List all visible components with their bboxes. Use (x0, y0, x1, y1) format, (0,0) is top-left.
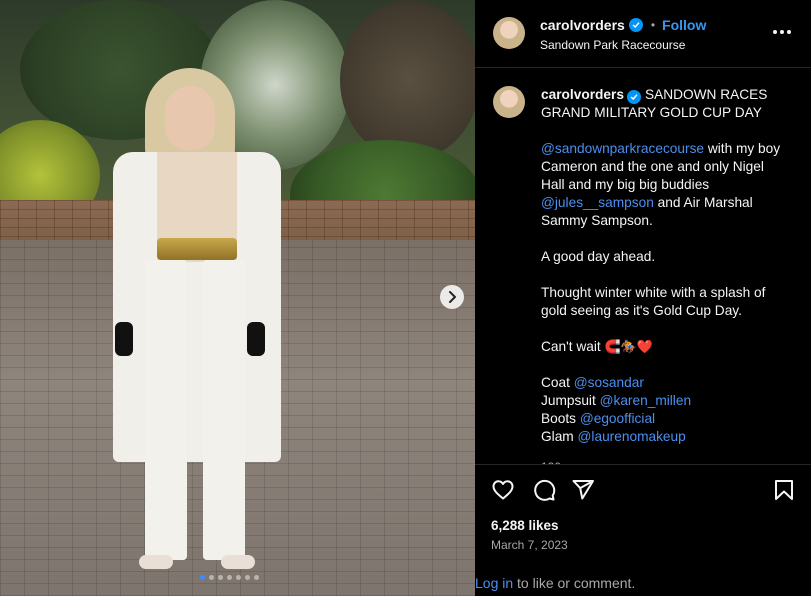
credit-label: Glam (541, 429, 578, 444)
username-link[interactable]: carolvorders (540, 17, 625, 33)
heart-icon (492, 480, 514, 500)
location-link[interactable]: Sandown Park Racecourse (540, 38, 685, 52)
mention-link[interactable]: @sandownparkracecourse (541, 141, 704, 156)
more-options-button[interactable] (771, 22, 793, 42)
post-photo[interactable] (0, 0, 475, 596)
post-details-panel: carolvorders • Follow Sandown Park Racec… (475, 0, 811, 596)
instagram-post: carolvorders • Follow Sandown Park Racec… (0, 0, 811, 596)
share-icon (572, 480, 594, 500)
caption-username[interactable]: carolvorders (541, 87, 624, 102)
caption-text: A good day ahead. (541, 249, 656, 264)
save-button[interactable] (773, 478, 795, 505)
credits-list: Coat @sosandar Jumpsuit @karen_millen Bo… (541, 374, 791, 446)
chevron-right-icon (449, 291, 456, 303)
carousel-dot (245, 575, 250, 580)
carousel-dot (200, 575, 205, 580)
login-prompt: Log in to like or comment. (475, 575, 635, 591)
like-button[interactable] (491, 478, 515, 505)
credit-label: Boots (541, 411, 580, 426)
carousel-dot (227, 575, 232, 580)
credit-label: Coat (541, 375, 574, 390)
gold-belt (157, 238, 237, 260)
carousel-dot (209, 575, 214, 580)
comment-icon (534, 479, 556, 501)
caption: carolvorders SANDOWN RACES GRAND MILITARY… (541, 86, 791, 464)
login-prompt-text: to like or comment. (513, 575, 636, 591)
mention-link[interactable]: @laurenomakeup (578, 429, 686, 444)
carousel-dot (254, 575, 259, 580)
caption-text: Can't wait (541, 339, 601, 354)
login-link[interactable]: Log in (475, 575, 513, 591)
more-options-icon (773, 30, 777, 34)
caption-text: Thought winter white with a splash of go… (541, 285, 766, 318)
emoji-text: 🧲🏇❤️ (604, 339, 654, 354)
likes-count[interactable]: 6,288 likes (491, 518, 559, 533)
post-date[interactable]: March 7, 2023 (491, 538, 568, 552)
avatar[interactable] (493, 17, 525, 49)
verified-badge-icon (628, 18, 643, 32)
actions-divider (475, 464, 811, 465)
carousel-next-button[interactable] (440, 285, 464, 309)
mention-link[interactable]: @jules__sampson (541, 195, 654, 210)
follow-button[interactable]: Follow (662, 17, 706, 33)
post-header: carolvorders • Follow (540, 17, 706, 33)
mention-link[interactable]: @sosandar (574, 375, 644, 390)
comment-button[interactable] (532, 478, 556, 505)
caption-avatar[interactable] (493, 86, 525, 118)
caption-scroll-area[interactable]: carolvorders SANDOWN RACES GRAND MILITARY… (475, 68, 811, 464)
carousel-indicator (200, 575, 259, 580)
share-button[interactable] (571, 478, 595, 505)
person-figure (105, 60, 285, 580)
carousel-dot (218, 575, 223, 580)
bookmark-icon (775, 480, 793, 500)
mention-link[interactable]: @egoofficial (580, 411, 655, 426)
carousel-dot (236, 575, 241, 580)
verified-badge-icon (626, 90, 641, 104)
credit-label: Jumpsuit (541, 393, 600, 408)
mention-link[interactable]: @karen_millen (600, 393, 692, 408)
separator-dot: • (650, 18, 656, 32)
